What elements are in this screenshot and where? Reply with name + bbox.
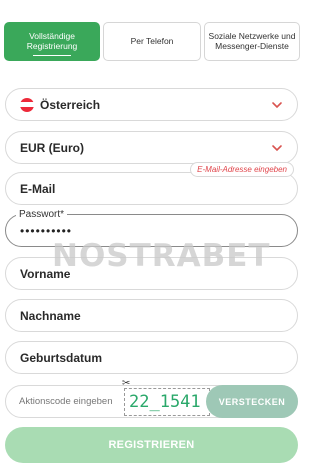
last-name-label: Nachname [20,308,81,323]
hide-promo-button[interactable]: VERSTECKEN [206,385,298,418]
password-masked-value: •••••••••• [20,224,73,238]
country-select[interactable]: Österreich [5,88,298,121]
tab-label-line2: Messenger-Dienste [215,40,289,51]
austria-flag-icon [20,97,34,112]
email-error-tooltip: E-Mail-Adresse eingeben [190,162,294,177]
promo-placeholder: Aktionscode eingeben [19,396,113,407]
country-value: Österreich [40,97,101,112]
watermark-logo: NOSTRABET [52,238,271,274]
tab-active-indicator [33,55,71,56]
tab-full-registration[interactable]: Vollständige Registrierung [4,22,100,61]
email-label: E-Mail [20,181,56,196]
last-name-field[interactable]: Nachname [5,299,298,332]
register-button[interactable]: REGISTRIEREN [5,427,298,463]
birthdate-label: Geburtsdatum [20,350,103,365]
chevron-down-icon [272,102,282,109]
tab-by-phone[interactable]: Per Telefon [103,22,201,61]
tab-social-networks[interactable]: Soziale Netzwerke und Messenger-Dienste [204,22,300,61]
tab-label: Per Telefon [130,35,174,46]
registration-tabs: Vollständige Registrierung Per Telefon S… [4,22,300,62]
chevron-down-icon [272,145,282,152]
password-label: Passwort* [16,209,68,220]
currency-value: EUR (Euro) [20,140,84,155]
currency-select[interactable]: EUR (Euro) [5,131,298,164]
promo-code-field[interactable]: Aktionscode eingeben 22_1541 VERSTECKEN [5,385,298,418]
promo-code-overlay: 22_1541 [124,388,210,416]
birthdate-field[interactable]: Geburtsdatum [5,341,298,374]
tab-label-line2: Registrierung [26,40,78,51]
